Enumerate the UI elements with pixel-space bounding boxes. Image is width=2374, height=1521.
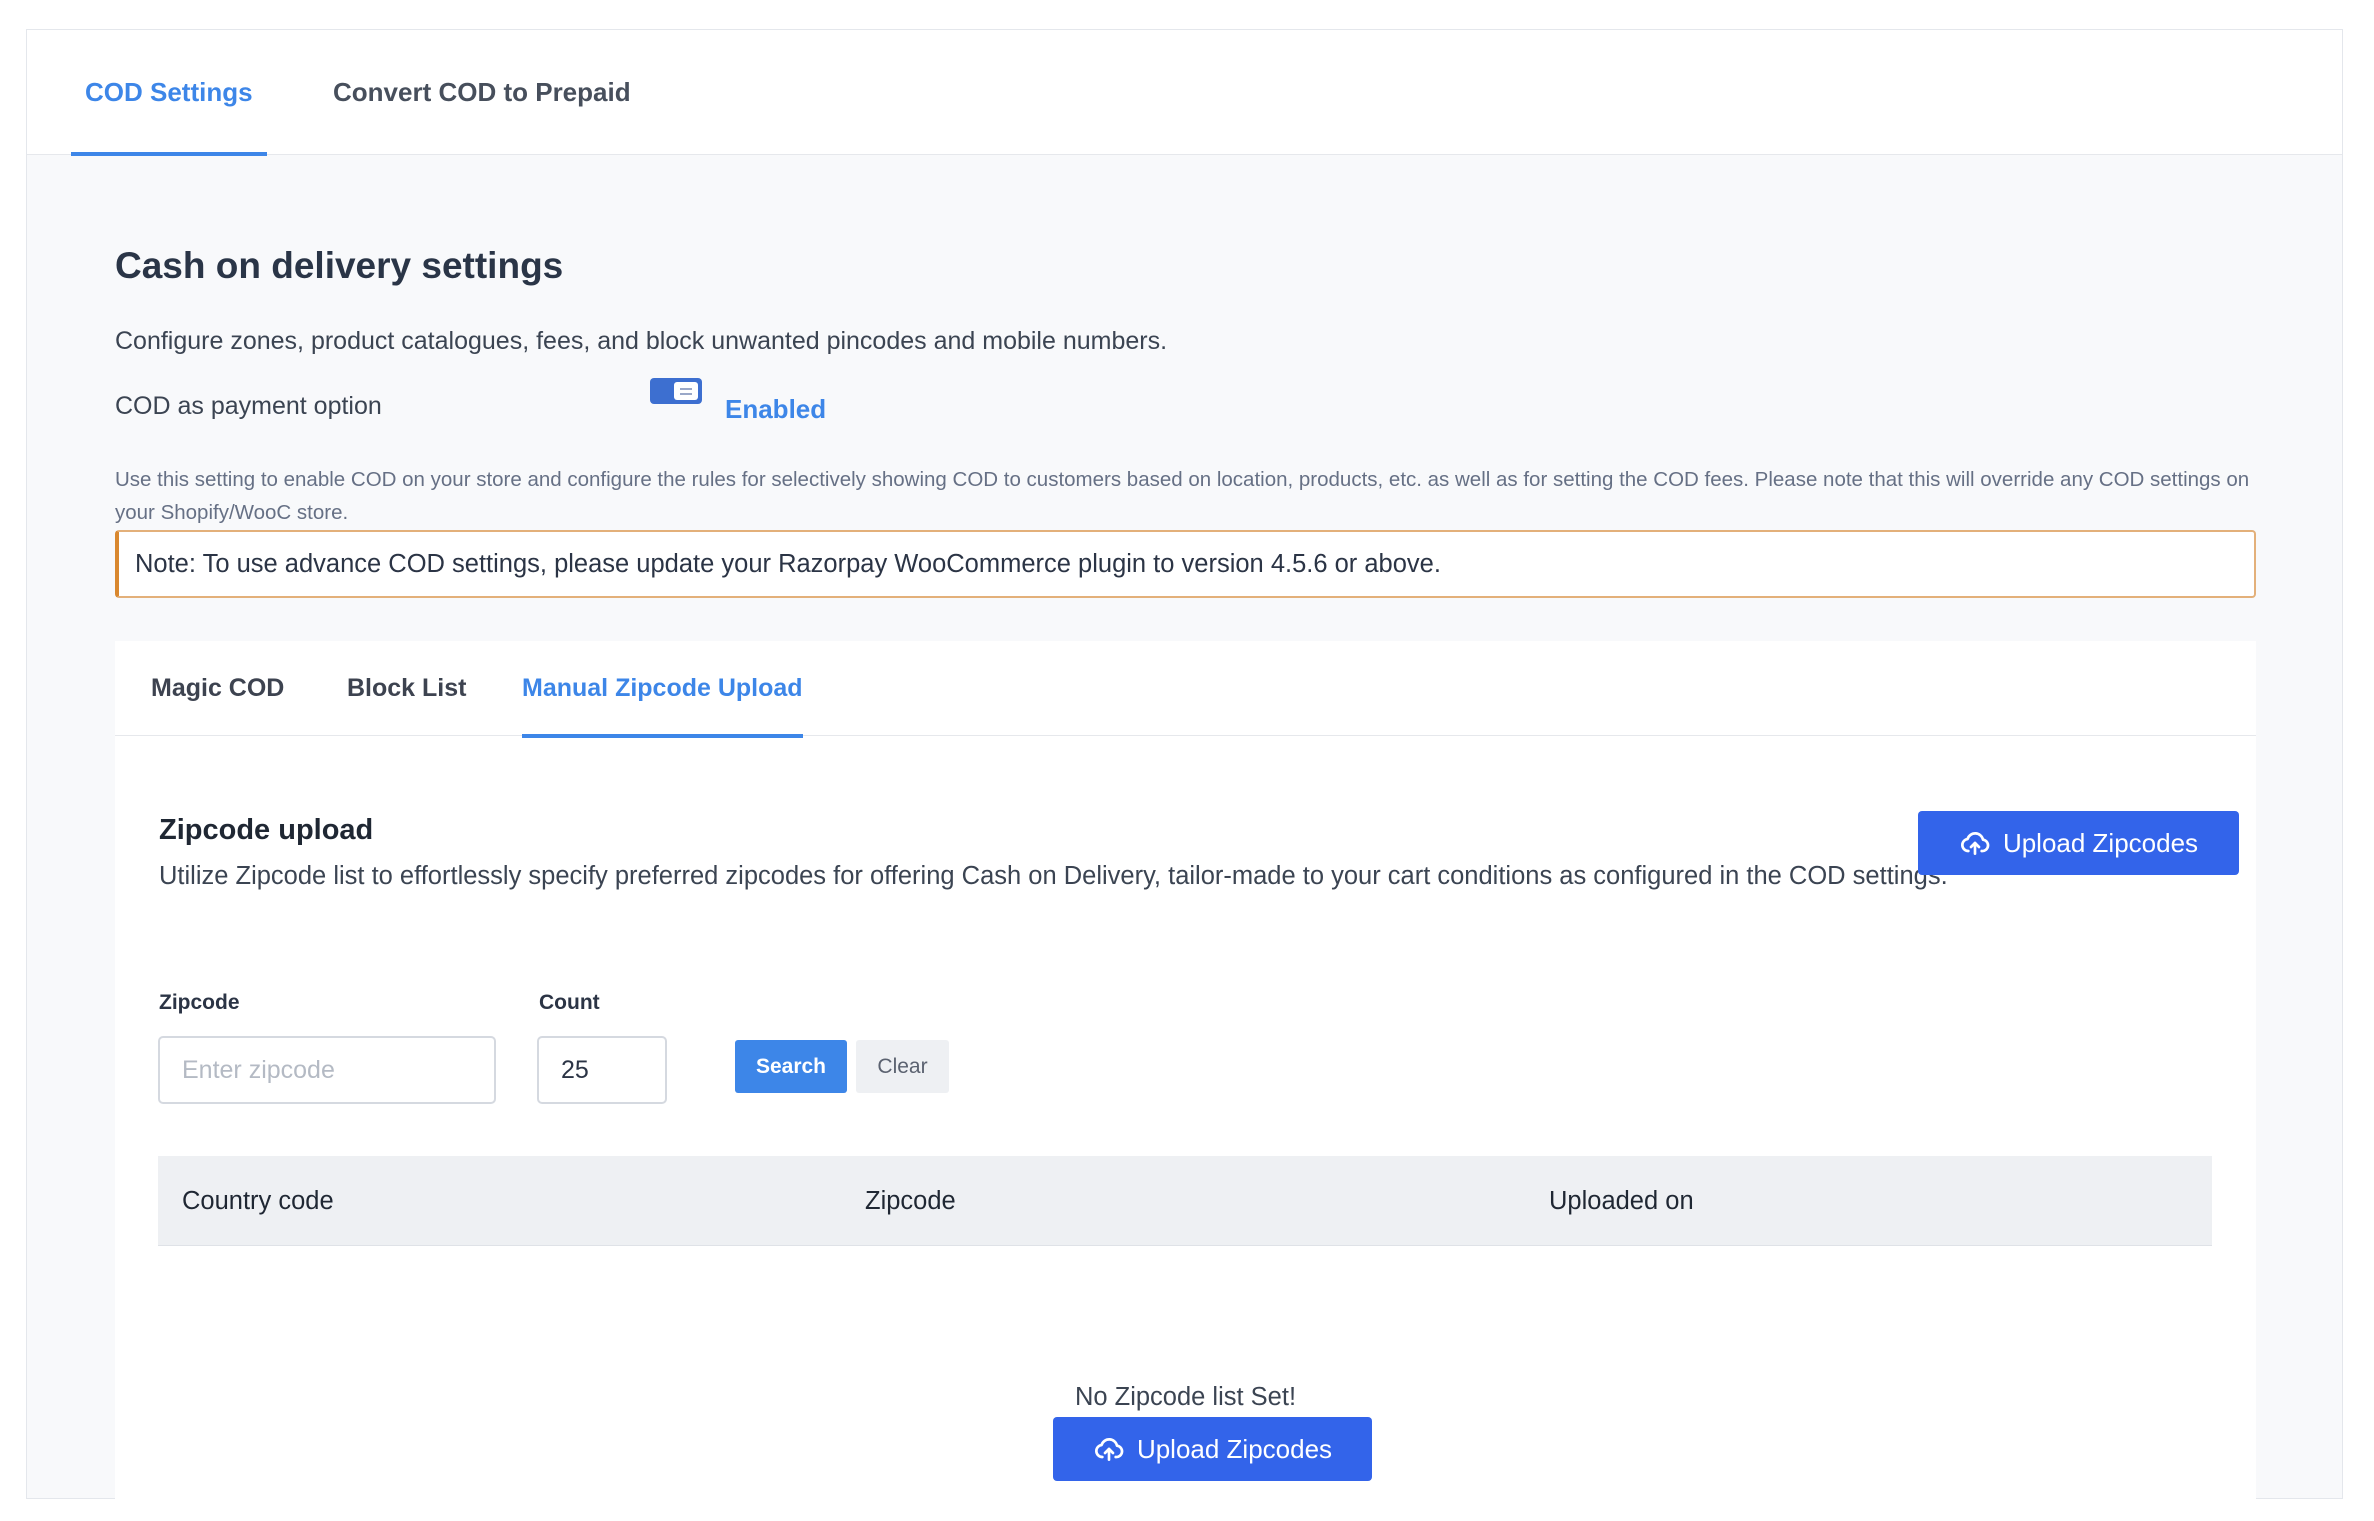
column-header-country-code[interactable]: Country code	[182, 1156, 334, 1246]
upload-zipcodes-button[interactable]: Upload Zipcodes	[1918, 811, 2239, 875]
upload-zipcodes-label: Upload Zipcodes	[2002, 827, 2199, 858]
tab-cod-settings[interactable]: COD Settings	[71, 30, 267, 156]
column-header-uploaded-on[interactable]: Uploaded on	[1549, 1156, 1694, 1246]
sub-tab-bar: Magic COD Block List Manual Zipcode Uplo…	[115, 641, 2256, 738]
zipcode-field-label: Zipcode	[159, 991, 240, 1014]
top-tab-bar: COD Settings Convert COD to Prepaid	[27, 30, 2342, 156]
cloud-upload-icon	[1094, 1438, 1124, 1461]
page-title: Cash on delivery settings	[115, 245, 564, 286]
cod-help-text: Use this setting to enable COD on your s…	[115, 468, 2250, 524]
empty-state-upload-label: Upload Zipcodes	[1136, 1433, 1333, 1464]
toggle-status-label: Enabled	[725, 394, 827, 424]
tab-block-list[interactable]: Block List	[347, 641, 466, 736]
empty-state-upload-button[interactable]: Upload Zipcodes	[1053, 1417, 1372, 1481]
page-subtitle: Configure zones, product catalogues, fee…	[115, 327, 1168, 355]
count-field-label: Count	[539, 991, 600, 1014]
zipcode-upload-title: Zipcode upload	[159, 814, 374, 846]
empty-state-message: No Zipcode list Set!	[1074, 1383, 1297, 1411]
tab-magic-cod[interactable]: Magic COD	[151, 641, 284, 736]
clear-button[interactable]: Clear	[856, 1040, 949, 1093]
zipcode-upload-description: Utilize Zipcode list to effortlessly spe…	[159, 862, 1948, 890]
cod-enabled-toggle[interactable]	[650, 378, 702, 404]
cod-option-label: COD as payment option	[115, 392, 382, 420]
tab-manual-zipcode-upload[interactable]: Manual Zipcode Upload	[522, 641, 803, 738]
cod-subsettings-card: Magic COD Block List Manual Zipcode Uplo…	[115, 641, 2256, 1521]
settings-panel: COD Settings Convert COD to Prepaid Cash…	[26, 29, 2343, 1521]
search-button[interactable]: Search	[735, 1040, 847, 1093]
toggle-knob	[674, 382, 698, 400]
count-input[interactable]	[537, 1036, 667, 1104]
cloud-upload-icon	[1960, 832, 1990, 855]
plugin-update-note: Note: To use advance COD settings, pleas…	[115, 530, 2256, 598]
zipcode-table-header: Country code Zipcode Uploaded on	[158, 1156, 2212, 1246]
column-header-zipcode[interactable]: Zipcode	[865, 1156, 956, 1246]
zipcode-input[interactable]	[158, 1036, 496, 1104]
tab-convert-cod-to-prepaid[interactable]: Convert COD to Prepaid	[333, 30, 631, 155]
